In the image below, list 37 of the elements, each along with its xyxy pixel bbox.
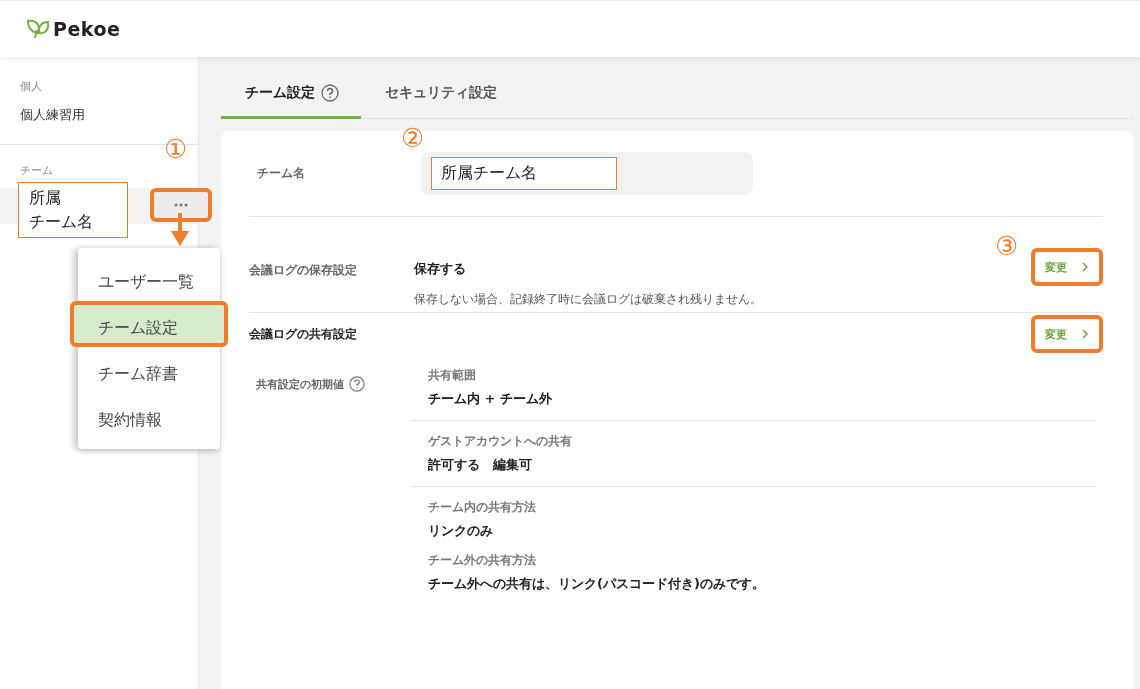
setting-label: 共有範囲 <box>428 367 477 384</box>
menu-item[interactable]: 契約情報 <box>70 393 228 439</box>
more-icon <box>174 203 188 207</box>
down-arrow-icon <box>170 213 190 247</box>
section-heading: チーム <box>20 163 54 178</box>
app-logo: Pekoe <box>53 18 121 40</box>
more-button[interactable] <box>150 188 212 222</box>
setting-value: チーム外への共有は、リンク(パスコード付き)のみです。 <box>428 575 766 593</box>
help-icon[interactable] <box>349 376 365 392</box>
setting-label: チーム内の共有方法 <box>428 499 537 516</box>
field-value: 所属チーム名 <box>431 157 617 190</box>
setting-label: ゲストアカウントへの共有 <box>428 433 573 450</box>
section-heading: 会議ログの共有設定 <box>249 325 357 343</box>
tab[interactable]: セキュリティ設定 <box>361 84 519 119</box>
callout-number: ① <box>164 135 188 163</box>
setting-value: 保存する <box>414 260 467 278</box>
tab[interactable]: チーム設定 <box>221 84 361 119</box>
field-label: チーム名 <box>256 165 306 182</box>
setting-value: リンクのみ <box>428 522 494 540</box>
setting-label: 会議ログの保存設定 <box>249 262 358 279</box>
chevron-right-icon <box>1081 262 1089 272</box>
setting-label: チーム外の共有方法 <box>428 552 537 569</box>
sidebar-item[interactable]: 個人練習用 <box>20 106 198 124</box>
setting-label: 共有設定の初期値 <box>256 376 344 392</box>
menu-item[interactable]: チーム設定 <box>70 301 228 347</box>
callout-number: ② <box>401 124 425 152</box>
menu-item[interactable]: ユーザー一覧 <box>70 255 228 301</box>
sidebar-item[interactable]: 所属 チーム名 <box>18 182 128 238</box>
leaf-logo-icon <box>26 18 50 40</box>
menu-item[interactable]: チーム辞書 <box>70 347 228 393</box>
callout-number: ③ <box>995 232 1019 260</box>
setting-value: チーム内 + チーム外 <box>428 390 553 408</box>
chevron-right-icon <box>1081 329 1089 339</box>
setting-value: 許可する 編集可 <box>428 456 533 474</box>
section-heading: 個人 <box>20 79 43 94</box>
help-icon[interactable] <box>321 84 339 102</box>
setting-note: 保存しない場合、記録終了時に会議ログは破棄され残りません。 <box>414 291 763 308</box>
